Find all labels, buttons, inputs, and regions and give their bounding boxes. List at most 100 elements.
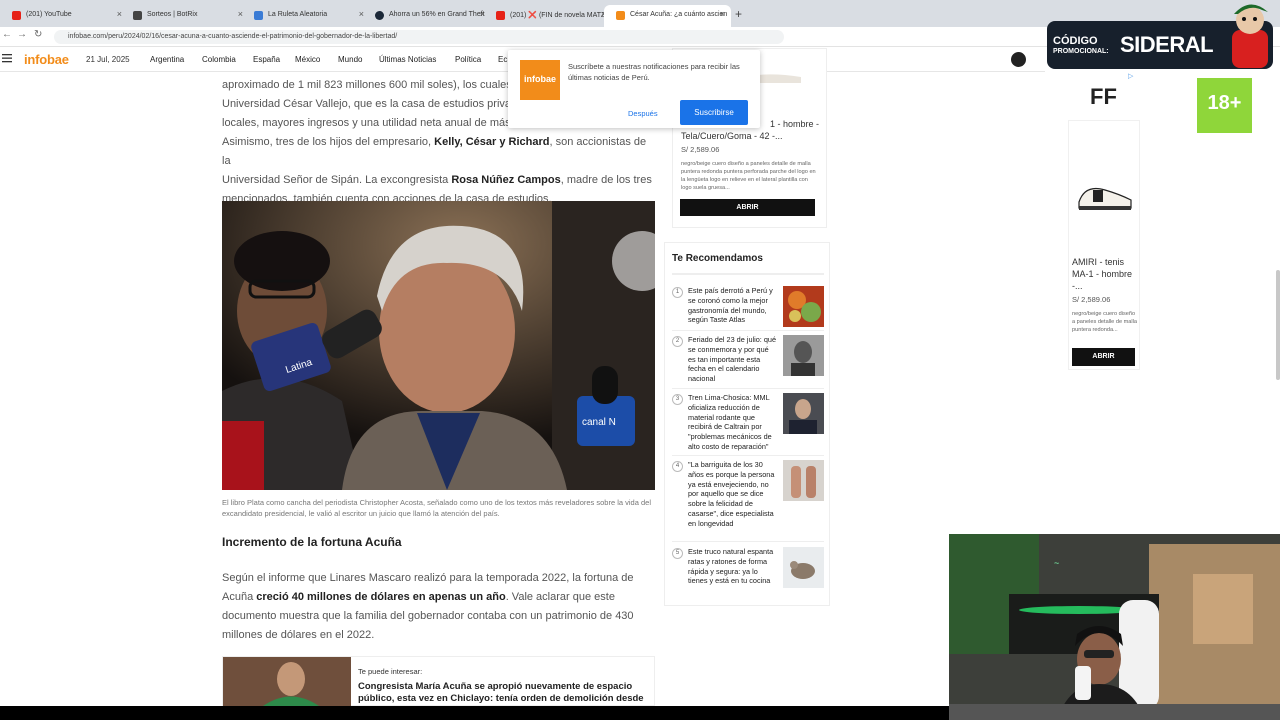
article-photo[interactable]: Latina canal N	[222, 201, 655, 490]
text-span: Asimismo, tres de los hijos del empresar…	[222, 136, 435, 148]
text-line: millones de dólares en el 2022.	[222, 629, 375, 641]
svg-text:~: ~	[1054, 558, 1059, 568]
portrait-image	[791, 341, 815, 376]
rank-number: 1	[672, 287, 683, 298]
tab-label: Ahorra un 56% en Grand Theft	[389, 11, 485, 18]
nav-politica[interactable]: Política	[455, 55, 481, 64]
text-span: , madre de los tres	[560, 174, 652, 186]
reload-icon[interactable]: ↻	[34, 29, 42, 40]
rat-image	[790, 561, 815, 579]
notification-logo: infobae	[520, 60, 560, 100]
header-date: 21 Jul, 2025	[86, 55, 130, 64]
recommended-item-thumbnail[interactable]	[783, 547, 824, 588]
tab-botrix[interactable]: Sorteos | BotRix ×	[121, 5, 249, 27]
recommended-item-thumbnail[interactable]	[783, 286, 824, 327]
tab-label: César Acuña: ¿a cuánto ascien	[630, 11, 728, 18]
ff-logo[interactable]: FF	[1090, 84, 1117, 110]
recommended-item-link[interactable]: Tren Lima-Chosica: MML oficializa reducc…	[688, 393, 778, 452]
divider	[672, 273, 824, 275]
ad-description: negro/beige cuero diseño a paneles detal…	[1072, 311, 1137, 333]
ad-open-button[interactable]: ABRIR	[680, 199, 815, 216]
infobae-icon	[616, 11, 625, 20]
recommended-item-thumbnail[interactable]	[783, 393, 824, 434]
close-icon[interactable]: ×	[720, 9, 725, 19]
mascot-illustration	[1232, 4, 1268, 68]
tab-steam[interactable]: Ahorra un 56% en Grand Theft ×	[363, 5, 491, 27]
avatar[interactable]	[1011, 52, 1026, 67]
back-icon[interactable]: ←	[2, 29, 12, 40]
tab-youtube-2[interactable]: (201) ❌ (FIN de novela MATZ)×	[484, 5, 612, 27]
nav-espana[interactable]: España	[253, 55, 280, 64]
rank-number: 4	[672, 461, 683, 472]
recommended-item-link[interactable]: "La barriguita de los 30 años es porque …	[688, 460, 778, 529]
official-image	[789, 399, 817, 434]
nav-argentina[interactable]: Argentina	[150, 55, 184, 64]
scrollbar-thumb[interactable]	[1276, 270, 1280, 380]
related-title[interactable]: Congresista María Acuña se apropió nueva…	[358, 681, 648, 705]
recommended-item-link[interactable]: Feriado del 23 de julio: qué se conmemor…	[688, 335, 778, 384]
tab-youtube[interactable]: (201) YouTube ×	[0, 5, 128, 27]
nav-mexico[interactable]: México	[295, 55, 320, 64]
nav-ultimas-noticias[interactable]: Últimas Noticias	[379, 55, 436, 64]
new-tab-button[interactable]: +	[735, 7, 742, 21]
text-line: Asimismo, tres de los hijos del empresar…	[222, 133, 654, 171]
text-line: Según el informe que Linares Mascaro rea…	[222, 572, 634, 584]
nav-mundo[interactable]: Mundo	[338, 55, 362, 64]
ad-product-title[interactable]: AMIRI - tenis MA-1 - hombre -...	[1072, 256, 1138, 292]
later-button[interactable]: Después	[628, 109, 658, 118]
text-line: Acuña creció 40 millones de dólares en a…	[222, 588, 654, 607]
recommended-item-link[interactable]: Este país derrotó a Perú y se coronó com…	[688, 286, 778, 325]
botrix-icon	[133, 11, 142, 20]
promo-label-2: PROMOCIONAL:	[1053, 48, 1109, 55]
forward-icon[interactable]: →	[17, 29, 27, 40]
screen: (201) YouTube × Sorteos | BotRix × La Rule…	[0, 0, 1280, 720]
thumbnail-illustration	[223, 657, 351, 706]
promo-label: CÓDIGO	[1053, 35, 1098, 47]
menu-icon[interactable]	[2, 53, 12, 63]
recommended-title: Te Recomendamos	[672, 253, 763, 264]
ad-open-button[interactable]: ABRIR	[1072, 348, 1135, 366]
tab-label: Sorteos | BotRix	[147, 11, 198, 18]
bold-highlight: creció 40 millones de dólares en apenas …	[256, 591, 506, 603]
age-rating-badge: 18+	[1197, 78, 1252, 133]
bold-names: Kelly, César y Richard	[434, 136, 550, 148]
sneaker-image	[1078, 187, 1132, 210]
url-field[interactable]: infobae.com/peru/2024/02/16/cesar-acuna-…	[54, 30, 784, 44]
article-paragraph-2: Según el informe que Linares Mascaro rea…	[222, 569, 654, 645]
divider	[672, 455, 824, 456]
tab-ruleta[interactable]: La Ruleta Aleatoria ×	[242, 5, 370, 27]
ruleta-icon	[254, 11, 263, 20]
subscribe-button[interactable]: Suscribirse	[680, 100, 748, 125]
recommended-item-thumbnail[interactable]	[783, 460, 824, 501]
promo-code: SIDERAL	[1120, 32, 1214, 57]
webcam-illustration: ~	[949, 534, 1280, 720]
divider	[672, 541, 824, 542]
webcam-overlay: ~	[949, 534, 1280, 720]
ad-price: S/ 2,589.06	[681, 145, 720, 154]
photo-illustration: Latina canal N	[222, 201, 655, 490]
rank-number: 3	[672, 394, 683, 405]
recommended-item-link[interactable]: Este truco natural espanta ratas y raton…	[688, 547, 778, 586]
tab-label: La Ruleta Aleatoria	[268, 11, 328, 18]
photo-caption: El libro Plata como cancha del periodist…	[222, 498, 651, 518]
text-span: Acuña	[222, 591, 257, 603]
infobae-logo[interactable]: infobae	[24, 52, 69, 67]
mic-label-canaln: canal N	[582, 417, 616, 428]
text-span: Universidad Señor de Sipán. La excongres…	[222, 174, 452, 186]
bold-name: Rosa Núñez Campos	[451, 174, 561, 186]
notification-text: Suscríbete a nuestras notificaciones par…	[568, 62, 740, 82]
ad-price: S/ 2,589.06	[1072, 295, 1111, 304]
nav-economia[interactable]: Ec	[498, 55, 507, 64]
tab-infobae-active[interactable]: César Acuña: ¿a cuánto ascien ×	[604, 5, 731, 27]
text-line: Universidad Señor de Sipán. La excongres…	[222, 171, 654, 190]
tab-label: (201) YouTube	[26, 11, 72, 18]
food-image	[788, 291, 821, 322]
section-heading: Incremento de la fortuna Acuña	[222, 535, 402, 549]
recommended-item-thumbnail[interactable]	[783, 335, 824, 376]
adchoices-icon[interactable]: ▷	[1128, 72, 1133, 80]
text-line: documento muestra que la familia del gob…	[222, 610, 634, 622]
nav-colombia[interactable]: Colombia	[202, 55, 236, 64]
bottom-strip	[0, 706, 949, 720]
divider	[672, 330, 824, 331]
related-article-thumbnail[interactable]	[223, 657, 351, 706]
